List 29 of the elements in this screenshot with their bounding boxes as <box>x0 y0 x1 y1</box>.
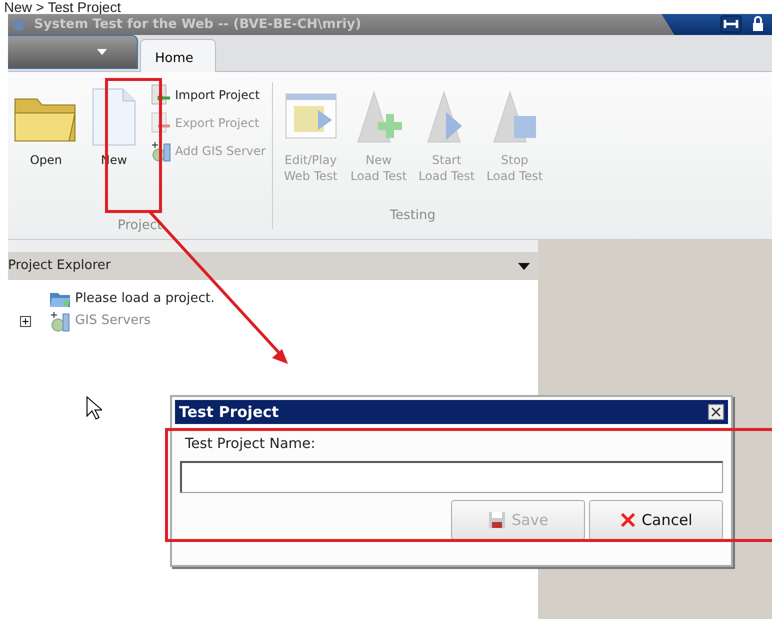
panel-title: Project Explorer <box>8 257 111 276</box>
panel-menu-button[interactable] <box>518 262 530 270</box>
folder-icon <box>49 290 71 308</box>
ribbon-tab[interactable]: Home <box>140 39 216 72</box>
ribbon-button[interactable]: Import Project <box>150 82 266 108</box>
close-icon <box>711 407 721 417</box>
tree-item[interactable]: Please load a project. <box>20 288 526 310</box>
page-icon <box>91 86 137 148</box>
caption: New > Test Project <box>3 0 122 14</box>
field-label: Test Project Name: <box>184 435 316 454</box>
save-icon <box>488 511 506 529</box>
lock-icon <box>752 16 764 32</box>
close-button[interactable] <box>708 404 724 420</box>
dialog-title: Test Project <box>179 402 279 423</box>
globe-server-icon <box>150 140 172 162</box>
ribbon-group-label: Testing <box>388 206 437 224</box>
globe-server-icon <box>49 310 71 332</box>
app-logo-icon <box>12 18 26 32</box>
caret-icon <box>518 262 530 270</box>
input-field[interactable] <box>180 461 723 493</box>
window-title: System Test for the Web -- (BVE-BE-CH\mriy) <box>34 16 362 34</box>
mouse-pointer-icon <box>86 396 102 420</box>
expand-icon <box>20 316 31 326</box>
cancel-icon <box>620 512 636 528</box>
ribbon-button[interactable]: Open <box>14 82 78 172</box>
cancel-button[interactable]: Cancel <box>589 500 723 540</box>
pin-icon <box>720 15 742 34</box>
pin-button[interactable] <box>720 14 742 34</box>
caret-icon <box>97 49 107 55</box>
